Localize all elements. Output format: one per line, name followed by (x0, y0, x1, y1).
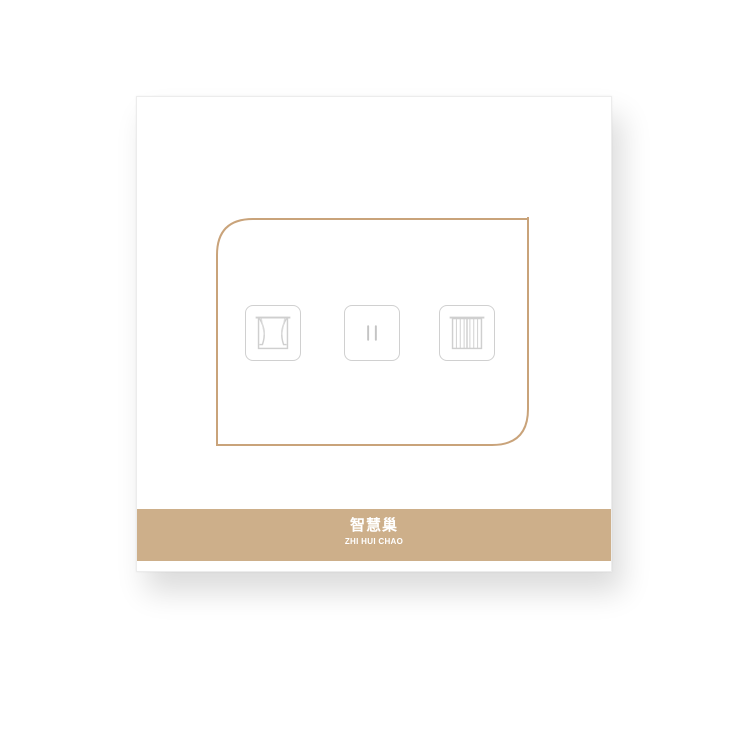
curtain-close-button[interactable] (439, 305, 495, 361)
curtain-close-icon (449, 316, 485, 350)
pause-icon (367, 325, 377, 341)
brand-name-en: ZHI HUI CHAO (344, 537, 404, 546)
brand-band: 智慧巢 ZHI HUI CHAO (137, 509, 611, 561)
brand-name-cn: 智慧巢 (349, 516, 398, 534)
curtain-switch-panel: 智慧巢 ZHI HUI CHAO (136, 96, 612, 572)
curtain-open-icon (255, 316, 291, 350)
curtain-pause-button[interactable] (344, 305, 400, 361)
product-scene: 智慧巢 ZHI HUI CHAO (0, 0, 750, 750)
curtain-open-button[interactable] (245, 305, 301, 361)
